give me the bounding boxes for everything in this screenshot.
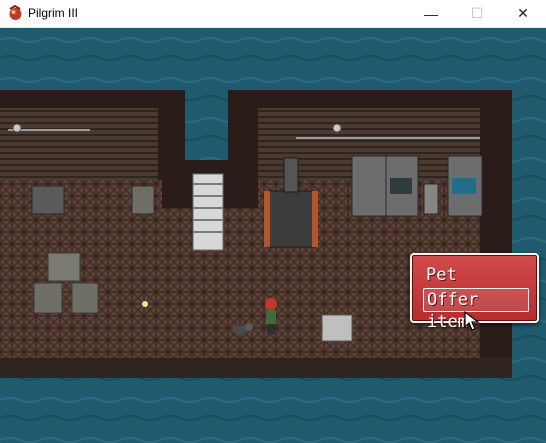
metal-box [321, 314, 353, 342]
maximize-button[interactable]: ☐ [454, 0, 500, 27]
menu-item-offer-item[interactable]: Offer item [423, 288, 529, 332]
minimize-button[interactable]: — [408, 0, 454, 27]
game-map [0, 28, 546, 443]
mouse-pointer-icon [464, 311, 480, 331]
left-room-wall [0, 108, 158, 180]
game-window: Pilgrim III — ☐ ✕ Pet Offer item [0, 0, 546, 443]
close-button[interactable]: ✕ [500, 0, 546, 27]
floor-edge [0, 358, 512, 378]
staircase [192, 173, 224, 251]
window-title: Pilgrim III [28, 6, 79, 20]
floor-item [142, 301, 148, 307]
title-bar[interactable]: Pilgrim III — ☐ ✕ [0, 0, 546, 28]
water-gap [185, 90, 228, 160]
game-app-icon [9, 5, 22, 20]
menu-item-pet[interactable]: Pet [423, 263, 529, 287]
game-viewport[interactable] [0, 28, 546, 443]
computer-consoles [351, 155, 483, 217]
